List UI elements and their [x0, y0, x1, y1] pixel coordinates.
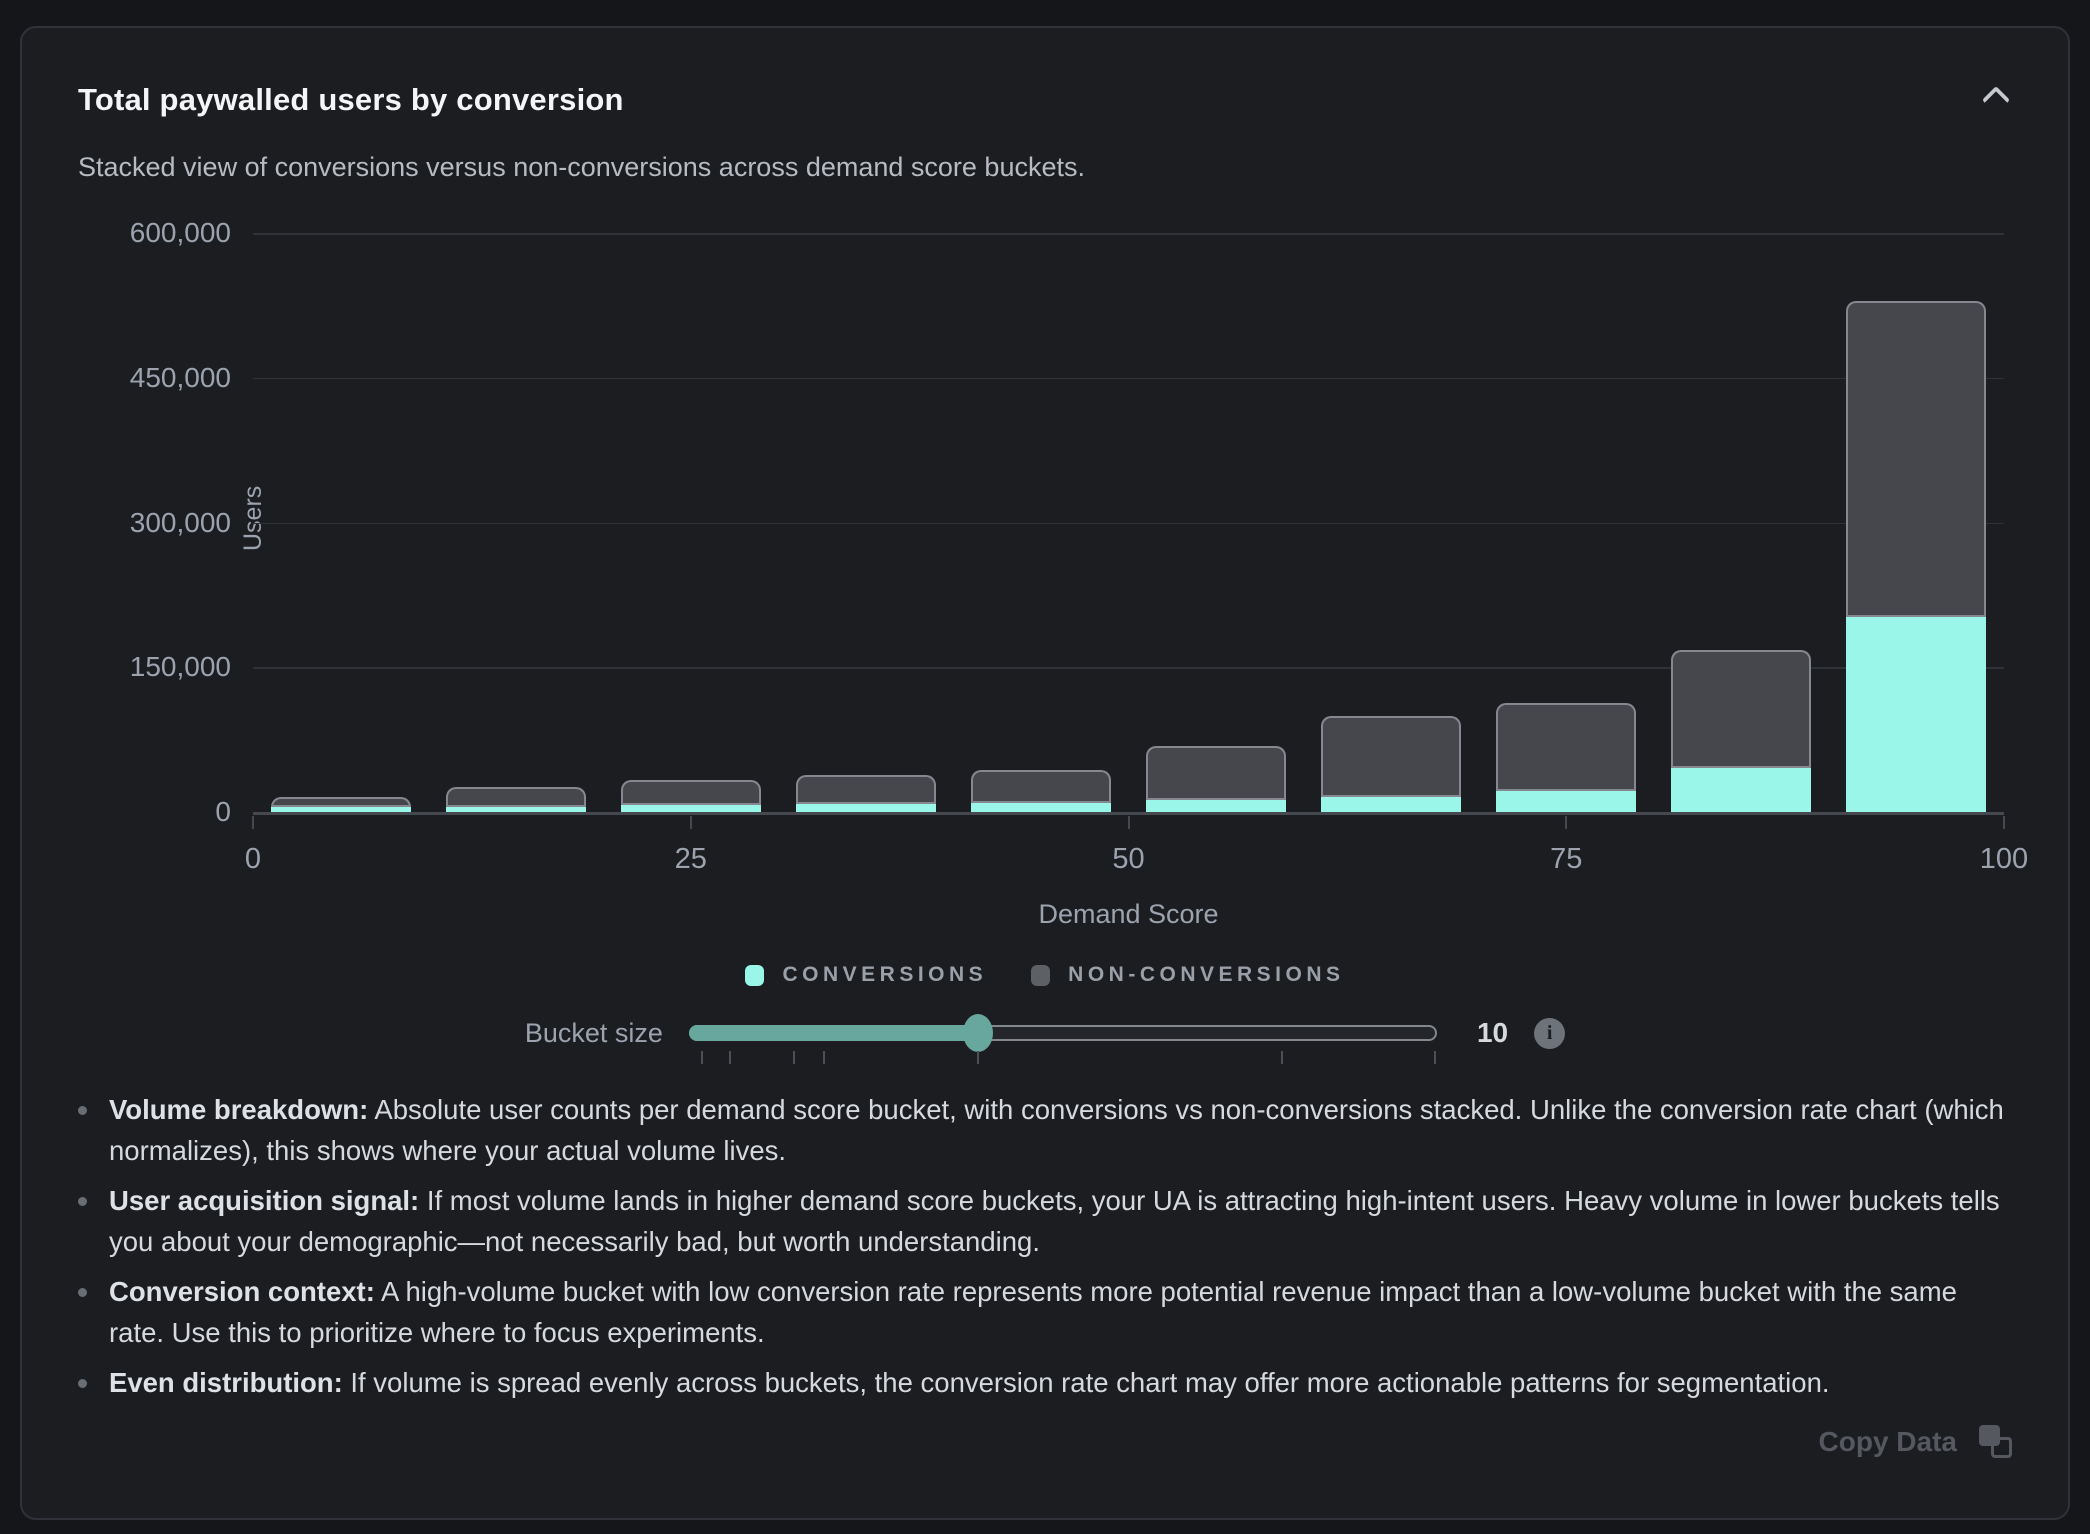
- non-conversions-segment: [971, 770, 1111, 803]
- legend-item-conversions[interactable]: CONVERSIONS: [745, 963, 987, 987]
- x-tick: [1565, 816, 1567, 829]
- card-header: Total paywalled users by conversion: [78, 82, 2012, 118]
- x-tick: [690, 816, 692, 829]
- non-conversions-segment: [1146, 746, 1286, 801]
- conversions-segment: [1671, 768, 1811, 812]
- legend-label: CONVERSIONS: [782, 963, 987, 987]
- non-conversions-segment: [271, 797, 411, 807]
- conversions-segment: [971, 803, 1111, 812]
- legend-swatch: [745, 965, 764, 986]
- bucket-size-control: Bucket size 10 i: [78, 1017, 2012, 1049]
- non-conversions-segment: [1846, 301, 1986, 618]
- chart-area: Users Demand Score 600,000450,000300,000…: [78, 229, 2012, 945]
- copy-data-button[interactable]: Copy Data: [1819, 1425, 2012, 1458]
- x-tick-label: 25: [675, 843, 707, 876]
- slider-thumb[interactable]: [963, 1014, 993, 1052]
- bullet-dot: [78, 1288, 87, 1297]
- info-icon[interactable]: i: [1534, 1018, 1565, 1049]
- note-item: Conversion context: A high-volume bucket…: [78, 1271, 2012, 1353]
- x-tick: [252, 816, 254, 829]
- page-title: Total paywalled users by conversion: [78, 82, 624, 118]
- y-tick-label: 600,000: [61, 217, 231, 249]
- bar-80-90: [1671, 650, 1811, 812]
- bar-20-30: [621, 780, 761, 812]
- non-conversions-segment: [796, 775, 936, 804]
- x-axis-title: Demand Score: [1038, 899, 1218, 930]
- conversions-segment: [1321, 797, 1461, 812]
- slider-tick: [701, 1051, 703, 1064]
- note-text: Volume breakdown: Absolute user counts p…: [109, 1089, 2012, 1171]
- legend-swatch: [1031, 965, 1050, 986]
- x-tick-label: 100: [1980, 843, 2028, 876]
- copy-icon: [1979, 1425, 2012, 1458]
- gridline: [253, 233, 2004, 235]
- bucket-size-label: Bucket size: [525, 1018, 663, 1049]
- plot-region: Users Demand Score 600,000450,000300,000…: [253, 233, 2004, 815]
- collapse-button[interactable]: [1980, 84, 2012, 116]
- x-tick-label: 75: [1550, 843, 1582, 876]
- bar-60-70: [1321, 716, 1461, 812]
- y-tick-label: 150,000: [61, 651, 231, 683]
- x-tick: [1128, 816, 1130, 829]
- chart-card: Total paywalled users by conversion Stac…: [20, 26, 2070, 1520]
- slider-tick: [1281, 1051, 1283, 1064]
- bar-30-40: [796, 775, 936, 812]
- bar-70-80: [1496, 703, 1636, 812]
- x-tick-label: 50: [1112, 843, 1144, 876]
- bar-0-10: [271, 797, 411, 812]
- card-footer: Copy Data: [78, 1425, 2012, 1458]
- conversions-segment: [1146, 800, 1286, 812]
- chevron-up-icon: [1982, 86, 2010, 114]
- note-text: Even distribution: If volume is spread e…: [109, 1362, 1830, 1403]
- legend-label: NON-CONVERSIONS: [1068, 963, 1344, 987]
- slider-tick: [977, 1051, 979, 1064]
- conversions-segment: [796, 804, 936, 812]
- legend-item-non-conversions[interactable]: NON-CONVERSIONS: [1031, 963, 1344, 987]
- bullet-dot: [78, 1197, 87, 1206]
- y-tick-label: 450,000: [61, 362, 231, 394]
- conversions-segment: [1496, 791, 1636, 812]
- bar-40-50: [971, 770, 1111, 812]
- x-tick-label: 0: [245, 843, 261, 876]
- bullet-dot: [78, 1106, 87, 1115]
- slider-fill: [689, 1025, 978, 1041]
- y-tick-label: 0: [61, 796, 231, 828]
- gridline: [253, 378, 2004, 380]
- gridline: [253, 523, 2004, 525]
- bar-10-20: [446, 787, 586, 812]
- bar-50-60: [1146, 746, 1286, 812]
- slider-tick: [793, 1051, 795, 1064]
- y-axis-title: Users: [239, 486, 268, 551]
- chart-subtitle: Stacked view of conversions versus non-c…: [78, 152, 2012, 183]
- conversions-segment: [446, 807, 586, 812]
- slider-tick: [1434, 1051, 1436, 1064]
- non-conversions-segment: [621, 780, 761, 806]
- note-text: Conversion context: A high-volume bucket…: [109, 1271, 2012, 1353]
- copy-data-label: Copy Data: [1819, 1426, 1957, 1458]
- slider-tick: [729, 1051, 731, 1064]
- chart-legend: CONVERSIONS NON-CONVERSIONS: [78, 963, 2012, 987]
- x-tick: [2003, 816, 2005, 829]
- non-conversions-segment: [1671, 650, 1811, 768]
- note-item: User acquisition signal: If most volume …: [78, 1180, 2012, 1262]
- notes-list: Volume breakdown: Absolute user counts p…: [78, 1089, 2012, 1403]
- y-tick-label: 300,000: [61, 507, 231, 539]
- conversions-segment: [621, 805, 761, 812]
- conversions-segment: [1846, 617, 1986, 812]
- conversions-segment: [271, 807, 411, 812]
- non-conversions-segment: [1321, 716, 1461, 796]
- note-item: Even distribution: If volume is spread e…: [78, 1362, 2012, 1403]
- note-item: Volume breakdown: Absolute user counts p…: [78, 1089, 2012, 1171]
- bucket-size-slider[interactable]: [689, 1025, 1437, 1041]
- non-conversions-segment: [446, 787, 586, 806]
- note-text: User acquisition signal: If most volume …: [109, 1180, 2012, 1262]
- bucket-size-value: 10: [1477, 1017, 1508, 1049]
- bar-90-100: [1846, 301, 1986, 812]
- slider-tick: [823, 1051, 825, 1064]
- non-conversions-segment: [1496, 703, 1636, 791]
- bullet-dot: [78, 1379, 87, 1388]
